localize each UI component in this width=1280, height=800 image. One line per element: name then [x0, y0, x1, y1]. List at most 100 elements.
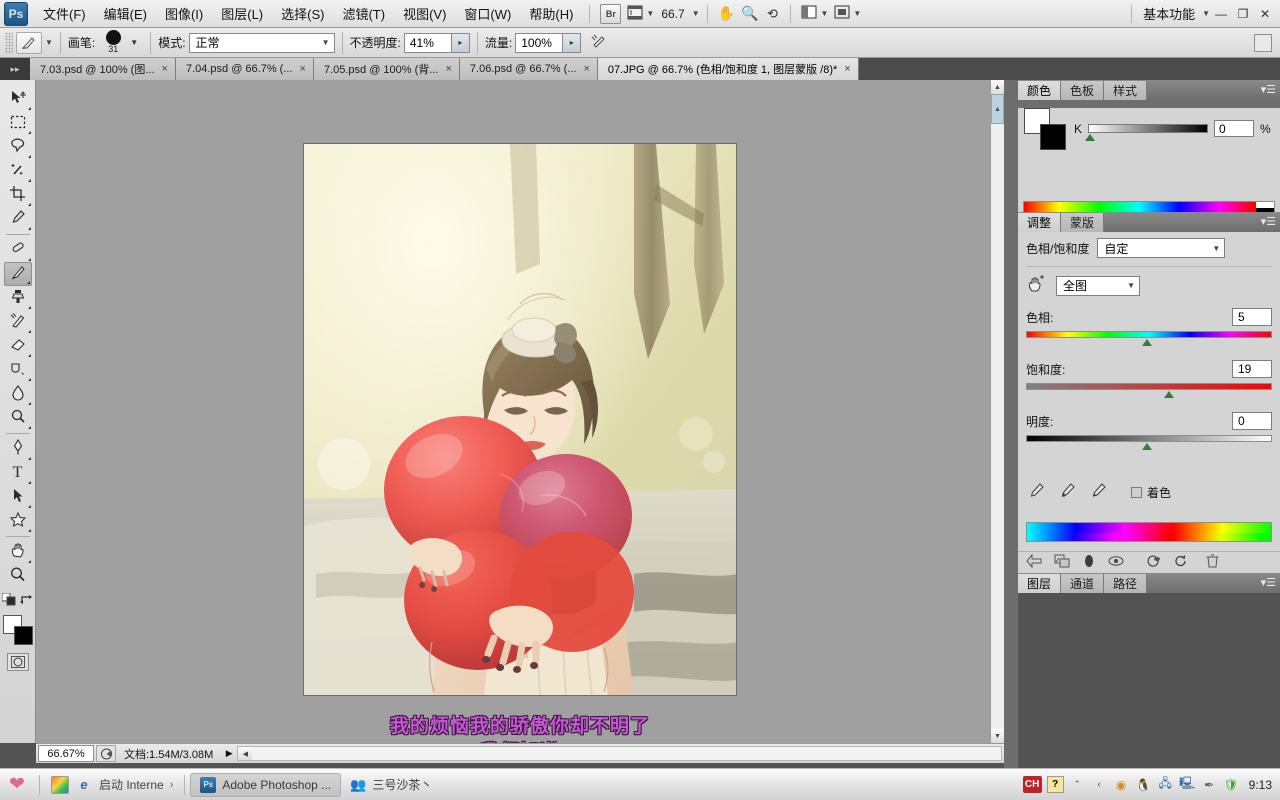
colorize-checkbox-row[interactable]: 着色 — [1131, 484, 1171, 501]
document-tab-4[interactable]: 7.06.psd @ 66.7% (... × — [459, 58, 598, 80]
menu-select[interactable]: 选择(S) — [272, 0, 333, 27]
eyedropper-add-icon[interactable] — [1059, 482, 1076, 502]
return-to-adjustment-list-icon[interactable] — [1026, 553, 1042, 571]
eyedropper-icon[interactable] — [1028, 482, 1045, 502]
tool-eyedropper[interactable] — [4, 207, 32, 231]
default-colors-icon[interactable] — [1, 592, 16, 609]
taskbar-item-qq[interactable]: 👥 三号沙茶丶 — [341, 773, 441, 797]
tab-styles[interactable]: 样式 — [1104, 81, 1148, 100]
tab-channels[interactable]: 通道 — [1061, 574, 1105, 593]
tool-gradient[interactable] — [4, 358, 32, 382]
tool-crop[interactable] — [4, 183, 32, 207]
canvas-vertical-scrollbar[interactable]: ▲ ▲ ▼ — [990, 80, 1004, 743]
lightness-slider-thumb[interactable] — [1141, 443, 1152, 450]
quick-mask-icon[interactable] — [6, 653, 29, 671]
menu-help[interactable]: 帮助(H) — [520, 0, 582, 27]
background-color-swatch[interactable] — [1040, 124, 1066, 150]
show-desktop-icon[interactable] — [51, 775, 69, 794]
close-icon[interactable]: × — [162, 63, 168, 75]
saturation-slider-track[interactable] — [1026, 383, 1272, 398]
clock[interactable]: 9:13 — [1245, 778, 1272, 792]
canvas-horizontal-scrollbar[interactable]: ◀ — [237, 746, 1002, 761]
panel-menu-icon[interactable]: ▾☰ — [1261, 215, 1276, 228]
help-icon[interactable]: ? — [1046, 776, 1064, 793]
screen-mode-button[interactable]: ▼ — [831, 3, 864, 25]
rotate-view-button[interactable]: ⟲ — [761, 3, 783, 25]
menu-layer[interactable]: 图层(L) — [212, 0, 272, 27]
toggle-layer-visibility-icon[interactable] — [1082, 554, 1096, 571]
network2-icon[interactable]: 🖳 — [1179, 776, 1196, 793]
document-image[interactable] — [303, 143, 737, 696]
input-method-indicator[interactable]: CH — [1022, 776, 1042, 793]
colorize-checkbox[interactable] — [1131, 486, 1142, 498]
tab-layers[interactable]: 图层 — [1018, 574, 1062, 593]
tool-lasso[interactable] — [4, 135, 32, 159]
opacity-value[interactable]: 41% — [403, 32, 452, 53]
flow-value[interactable]: 100% — [515, 32, 564, 53]
vertical-scroll-thumb[interactable]: ▲ — [991, 94, 1004, 124]
menu-image[interactable]: 图像(I) — [156, 0, 212, 27]
document-tab-1[interactable]: 7.03.psd @ 100% (图... × — [30, 58, 176, 80]
tab-adjustments[interactable]: 调整 — [1018, 213, 1062, 232]
saturation-slider-thumb[interactable] — [1163, 391, 1174, 398]
shield-icon[interactable]: 🛡 — [1223, 776, 1240, 793]
k-channel-value[interactable]: 0 — [1214, 120, 1255, 137]
quick-launch-overflow-icon[interactable]: › — [170, 779, 174, 791]
tool-path-selection[interactable] — [4, 485, 32, 509]
workspace-chevron-down-icon[interactable]: ▼ — [1202, 9, 1210, 18]
k-channel-slider[interactable] — [1085, 124, 1209, 141]
k-slider-thumb[interactable] — [1085, 134, 1096, 141]
tab-swatches[interactable]: 色板 — [1061, 81, 1105, 100]
tool-type[interactable]: T — [4, 461, 32, 485]
tool-marquee[interactable] — [4, 111, 32, 135]
tool-pen[interactable] — [4, 437, 32, 461]
zoom-level-value[interactable]: 66.7 — [657, 7, 688, 21]
taskbar-item-photoshop[interactable]: Ps Adobe Photoshop ... — [190, 772, 342, 797]
hue-slider-thumb[interactable] — [1141, 339, 1152, 346]
close-icon[interactable]: × — [300, 63, 306, 75]
internet-explorer-icon[interactable]: e — [75, 776, 93, 794]
tool-preset-chevron-down-icon[interactable]: ▼ — [45, 38, 53, 47]
reset-icon[interactable] — [1174, 554, 1188, 571]
tab-color[interactable]: 颜色 — [1018, 81, 1062, 100]
tool-move[interactable] — [4, 87, 32, 111]
lightness-value[interactable]: 0 — [1232, 412, 1272, 430]
view-previous-state-icon[interactable] — [1108, 555, 1124, 570]
chevron-left-icon[interactable]: ‹ — [1091, 776, 1108, 793]
tool-magic-wand[interactable] — [4, 159, 32, 183]
menu-edit[interactable]: 编辑(E) — [95, 0, 156, 27]
tab-masks[interactable]: 蒙版 — [1061, 213, 1105, 232]
minimize-button[interactable]: — — [1210, 4, 1232, 24]
bridge-button[interactable]: Br — [597, 3, 624, 25]
toggle-panels-icon[interactable] — [1254, 33, 1272, 52]
airbrush-button[interactable] — [587, 32, 611, 54]
eyedropper-subtract-icon[interactable] — [1090, 482, 1107, 502]
hand-tool-button[interactable]: ✋ — [715, 3, 738, 25]
tool-clone-stamp[interactable] — [4, 286, 32, 310]
show-hidden-icon[interactable]: ⌃ — [1069, 776, 1086, 793]
delete-adjustment-layer-icon[interactable] — [1206, 554, 1219, 571]
zoom-percentage-field[interactable]: 66.67% — [38, 745, 94, 762]
tool-custom-shape[interactable] — [4, 509, 32, 533]
lightness-slider-track[interactable] — [1026, 435, 1272, 450]
document-tab-3[interactable]: 7.05.psd @ 100% (背... × — [313, 58, 460, 80]
flow-stepper[interactable]: ▸ — [563, 32, 582, 53]
tool-dodge[interactable] — [4, 406, 32, 430]
range-select[interactable]: 全图 ▼ — [1056, 275, 1140, 296]
thunder-icon[interactable]: ◉ — [1113, 776, 1130, 793]
menu-file[interactable]: 文件(F) — [34, 0, 95, 27]
color-swatches[interactable] — [2, 615, 33, 645]
scroll-up-button[interactable]: ▲ — [991, 80, 1004, 94]
zoom-chevron-down-icon[interactable]: ▼ — [692, 9, 700, 18]
close-icon[interactable]: × — [583, 63, 589, 75]
tool-history-brush[interactable] — [4, 310, 32, 334]
tool-eraser[interactable] — [4, 334, 32, 358]
hue-slider-track[interactable] — [1026, 331, 1272, 346]
document-tab-5-active[interactable]: 07.JPG @ 66.7% (色相/饱和度 1, 图层蒙版 /8)* × — [597, 58, 859, 80]
status-menu-button[interactable]: ▶ — [221, 745, 237, 762]
close-button[interactable]: ✕ — [1254, 4, 1276, 24]
clip-to-layer-icon[interactable] — [1054, 554, 1070, 571]
panel-menu-icon[interactable]: ▾☰ — [1261, 83, 1276, 96]
tool-blur[interactable] — [4, 382, 32, 406]
swap-colors-icon[interactable] — [20, 594, 33, 609]
